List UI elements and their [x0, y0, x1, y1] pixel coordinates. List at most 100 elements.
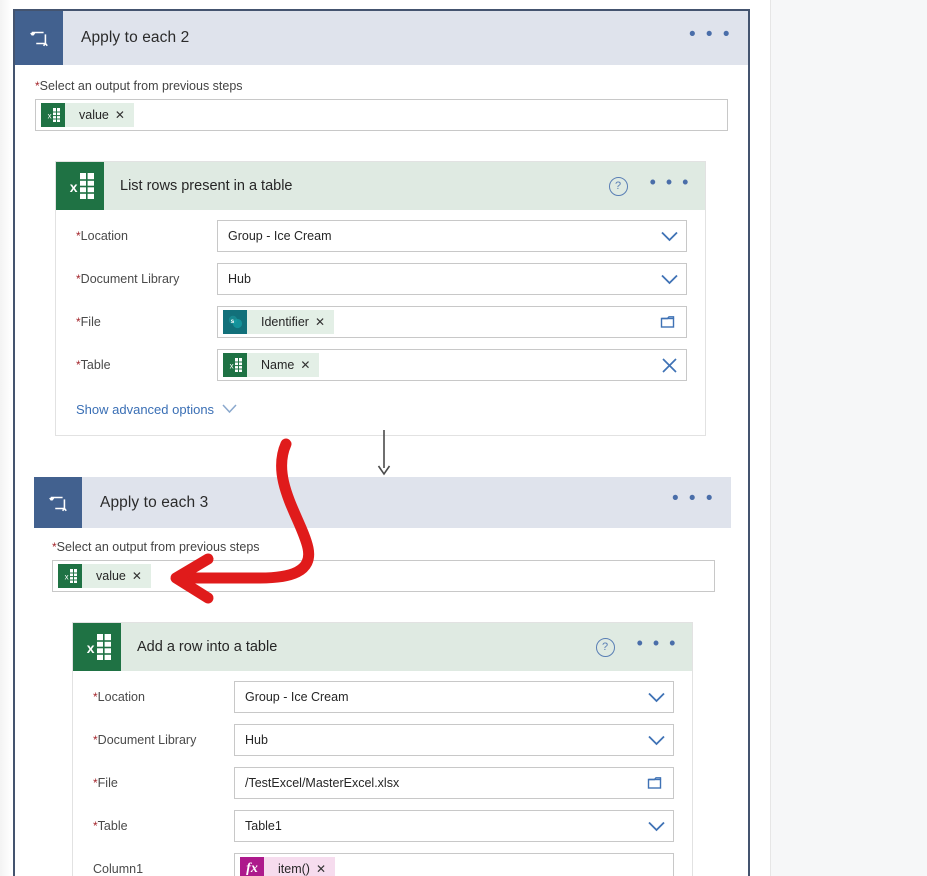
help-icon: ? [595, 637, 615, 657]
fx-icon: fx [240, 857, 264, 876]
sharepoint-icon: s [223, 310, 247, 334]
help-icon: ? [608, 176, 628, 196]
token-item-expression[interactable]: fx item() ✕ [240, 857, 336, 876]
excel-icon: x [58, 564, 82, 588]
add-row-body: *Location Group - Ice Cream *Document Li… [73, 671, 692, 876]
list-rows-body: *Location Group - Ice Cream *Document Li… [56, 210, 705, 435]
input-file-1[interactable]: s Identifier ✕ [217, 306, 687, 338]
apply-to-each-3-header[interactable]: Apply to each 3 • • • [34, 477, 731, 528]
apply-to-each-3-menu-button[interactable]: • • • [672, 477, 731, 528]
input-document-library-2[interactable]: Hub [234, 724, 674, 756]
show-advanced-options-link-1[interactable]: Show advanced options [76, 402, 237, 417]
folder-icon[interactable] [639, 775, 673, 791]
field-row-document-library-2: *Document Library Hub [89, 724, 674, 756]
token-remove-button[interactable]: ✕ [313, 315, 334, 329]
token-label: Name [261, 358, 295, 372]
list-rows-title: List rows present in a table [120, 178, 293, 194]
right-side-panel [770, 0, 927, 876]
canvas-left-edge [0, 0, 11, 876]
apply-to-each-2-header[interactable]: Apply to each 2 • • • [15, 11, 748, 65]
label-location-2: *Location [93, 690, 145, 704]
label-table-2: *Table [93, 819, 128, 833]
field-row-column1: Column1 fx item() ✕ [89, 853, 674, 876]
add-row-help-button[interactable]: ? [595, 623, 625, 671]
chevron-down-icon[interactable] [652, 274, 686, 285]
input-document-library-1[interactable]: Hub [217, 263, 687, 295]
label-document-library-1: *Document Library [76, 272, 180, 286]
chevron-down-icon[interactable] [639, 821, 673, 832]
input-table-1[interactable]: x Name ✕ [217, 349, 687, 381]
excel-icon: x [56, 162, 104, 210]
folder-icon[interactable] [652, 314, 686, 330]
input-table-2[interactable]: Table1 [234, 810, 674, 842]
field-row-file-1: *File s Identifier ✕ [72, 306, 687, 338]
label-file-2: *File [93, 776, 118, 790]
add-row-menu-button[interactable]: • • • [625, 623, 692, 671]
loop-icon [15, 11, 63, 65]
select-output-input-3[interactable]: x value ✕ [52, 560, 715, 592]
svg-text:x: x [65, 572, 69, 581]
svg-text:x: x [48, 111, 52, 120]
token-remove-button[interactable]: ✕ [130, 569, 151, 583]
chevron-down-icon[interactable] [639, 735, 673, 746]
token-identifier[interactable]: s Identifier ✕ [223, 310, 335, 334]
token-value-3[interactable]: x value ✕ [58, 564, 151, 588]
list-rows-header[interactable]: x List rows present in a table ? • • • [56, 162, 705, 210]
value-location-2: Group - Ice Cream [245, 690, 349, 704]
field-row-file-2: *File /TestExcel/MasterExcel.xlsx [89, 767, 674, 799]
apply-to-each-3-title: Apply to each 3 [100, 493, 209, 511]
add-row-title: Add a row into a table [137, 639, 278, 655]
token-remove-button[interactable]: ✕ [314, 862, 335, 876]
token-label: item() [278, 862, 310, 876]
apply-to-each-2-body: *Select an output from previous steps x [15, 65, 748, 436]
svg-text:s: s [231, 318, 235, 325]
label-file-1: *File [76, 315, 101, 329]
label-location-1: *Location [76, 229, 128, 243]
apply-to-each-3-card[interactable]: Apply to each 3 • • • *Select an output … [34, 477, 731, 876]
field-row-location-2: *Location Group - Ice Cream [89, 681, 674, 713]
flow-designer-screen: ▼ Apply to each 2 • • • *Select an outpu… [0, 0, 927, 876]
field-row-location-1: *Location Group - Ice Cream [72, 220, 687, 252]
chevron-down-icon[interactable] [652, 231, 686, 242]
token-value-2[interactable]: x value ✕ [41, 103, 134, 127]
value-file-2: /TestExcel/MasterExcel.xlsx [245, 776, 400, 790]
input-location-2[interactable]: Group - Ice Cream [234, 681, 674, 713]
apply-to-each-2-menu-button[interactable]: • • • [689, 11, 748, 65]
close-icon[interactable] [652, 357, 686, 374]
list-rows-present-in-a-table-card[interactable]: x List rows present in a table ? • • • *… [55, 161, 706, 436]
svg-text:x: x [69, 179, 77, 195]
connector-down-arrow-icon [377, 430, 391, 476]
loop-icon [34, 477, 82, 528]
token-label: Identifier [261, 315, 309, 329]
advanced-link-label: Show advanced options [76, 402, 215, 417]
select-output-label-3: *Select an output from previous steps [52, 540, 260, 554]
input-file-2[interactable]: /TestExcel/MasterExcel.xlsx [234, 767, 674, 799]
input-column1[interactable]: fx item() ✕ [234, 853, 674, 876]
excel-icon: x [73, 623, 121, 671]
list-rows-help-button[interactable]: ? [608, 162, 638, 210]
list-rows-menu-button[interactable]: • • • [638, 162, 705, 210]
excel-icon: x [41, 103, 65, 127]
token-name[interactable]: x Name ✕ [223, 353, 320, 377]
add-a-row-into-a-table-card[interactable]: x Add a row into a table ? • • • *Locati… [72, 622, 693, 876]
select-output-label-2: *Select an output from previous steps [35, 79, 243, 93]
token-remove-button[interactable]: ✕ [113, 108, 134, 122]
value-table-2: Table1 [245, 819, 282, 833]
label-column1: Column1 [93, 862, 144, 876]
field-row-table-1: *Table x Name ✕ [72, 349, 687, 381]
svg-text:x: x [86, 640, 94, 656]
token-remove-button[interactable]: ✕ [298, 358, 319, 372]
field-row-document-library-1: *Document Library Hub [72, 263, 687, 295]
select-output-input-2[interactable]: x value ✕ [35, 99, 728, 131]
value-document-library-2: Hub [245, 733, 268, 747]
chevron-down-icon[interactable] [639, 692, 673, 703]
add-row-header[interactable]: x Add a row into a table ? • • • [73, 623, 692, 671]
excel-icon: x [223, 353, 247, 377]
input-location-1[interactable]: Group - Ice Cream [217, 220, 687, 252]
token-label: value [96, 569, 126, 583]
field-row-table-2: *Table Table1 [89, 810, 674, 842]
value-document-library-1: Hub [228, 272, 251, 286]
label-document-library-2: *Document Library [93, 733, 197, 747]
svg-text:x: x [230, 361, 234, 370]
value-location-1: Group - Ice Cream [228, 229, 332, 243]
